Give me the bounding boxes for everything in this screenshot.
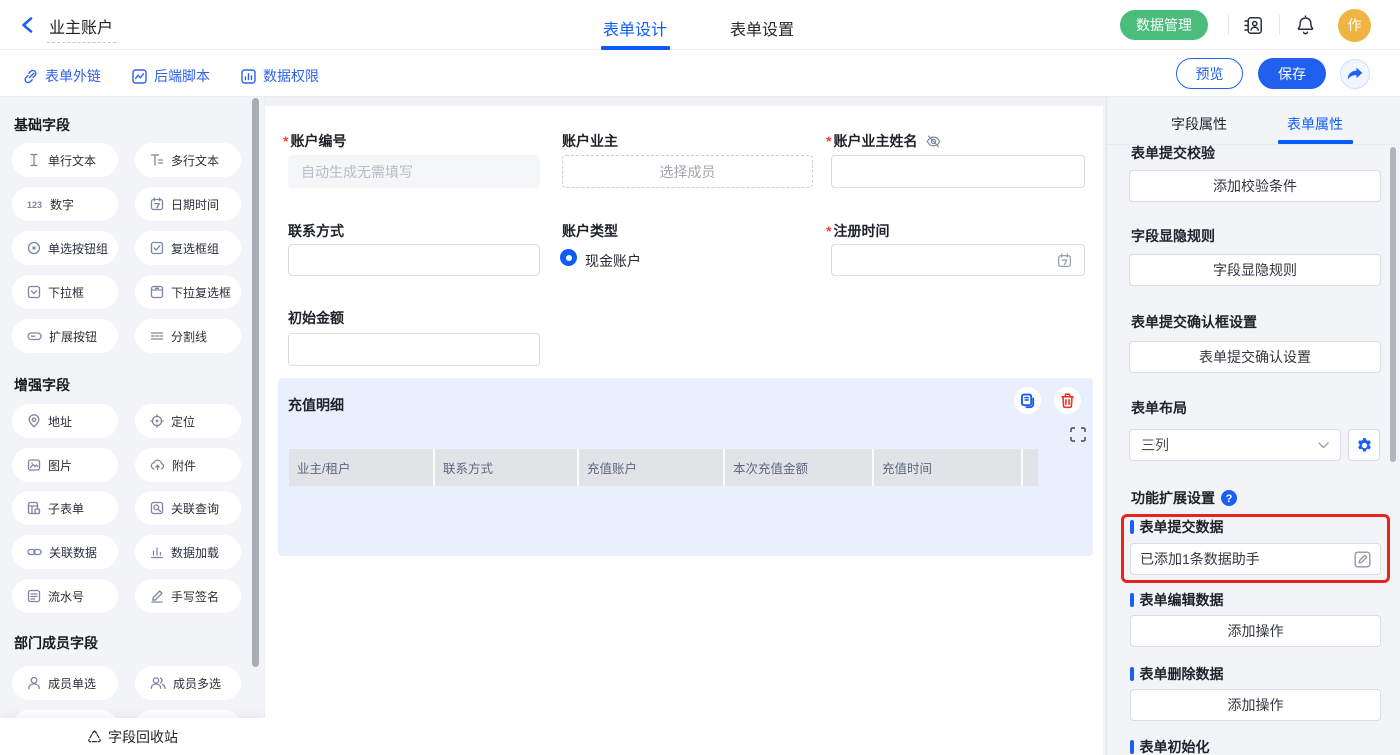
svg-text:123: 123 bbox=[27, 200, 42, 209]
svg-text:?: ? bbox=[1226, 493, 1233, 505]
